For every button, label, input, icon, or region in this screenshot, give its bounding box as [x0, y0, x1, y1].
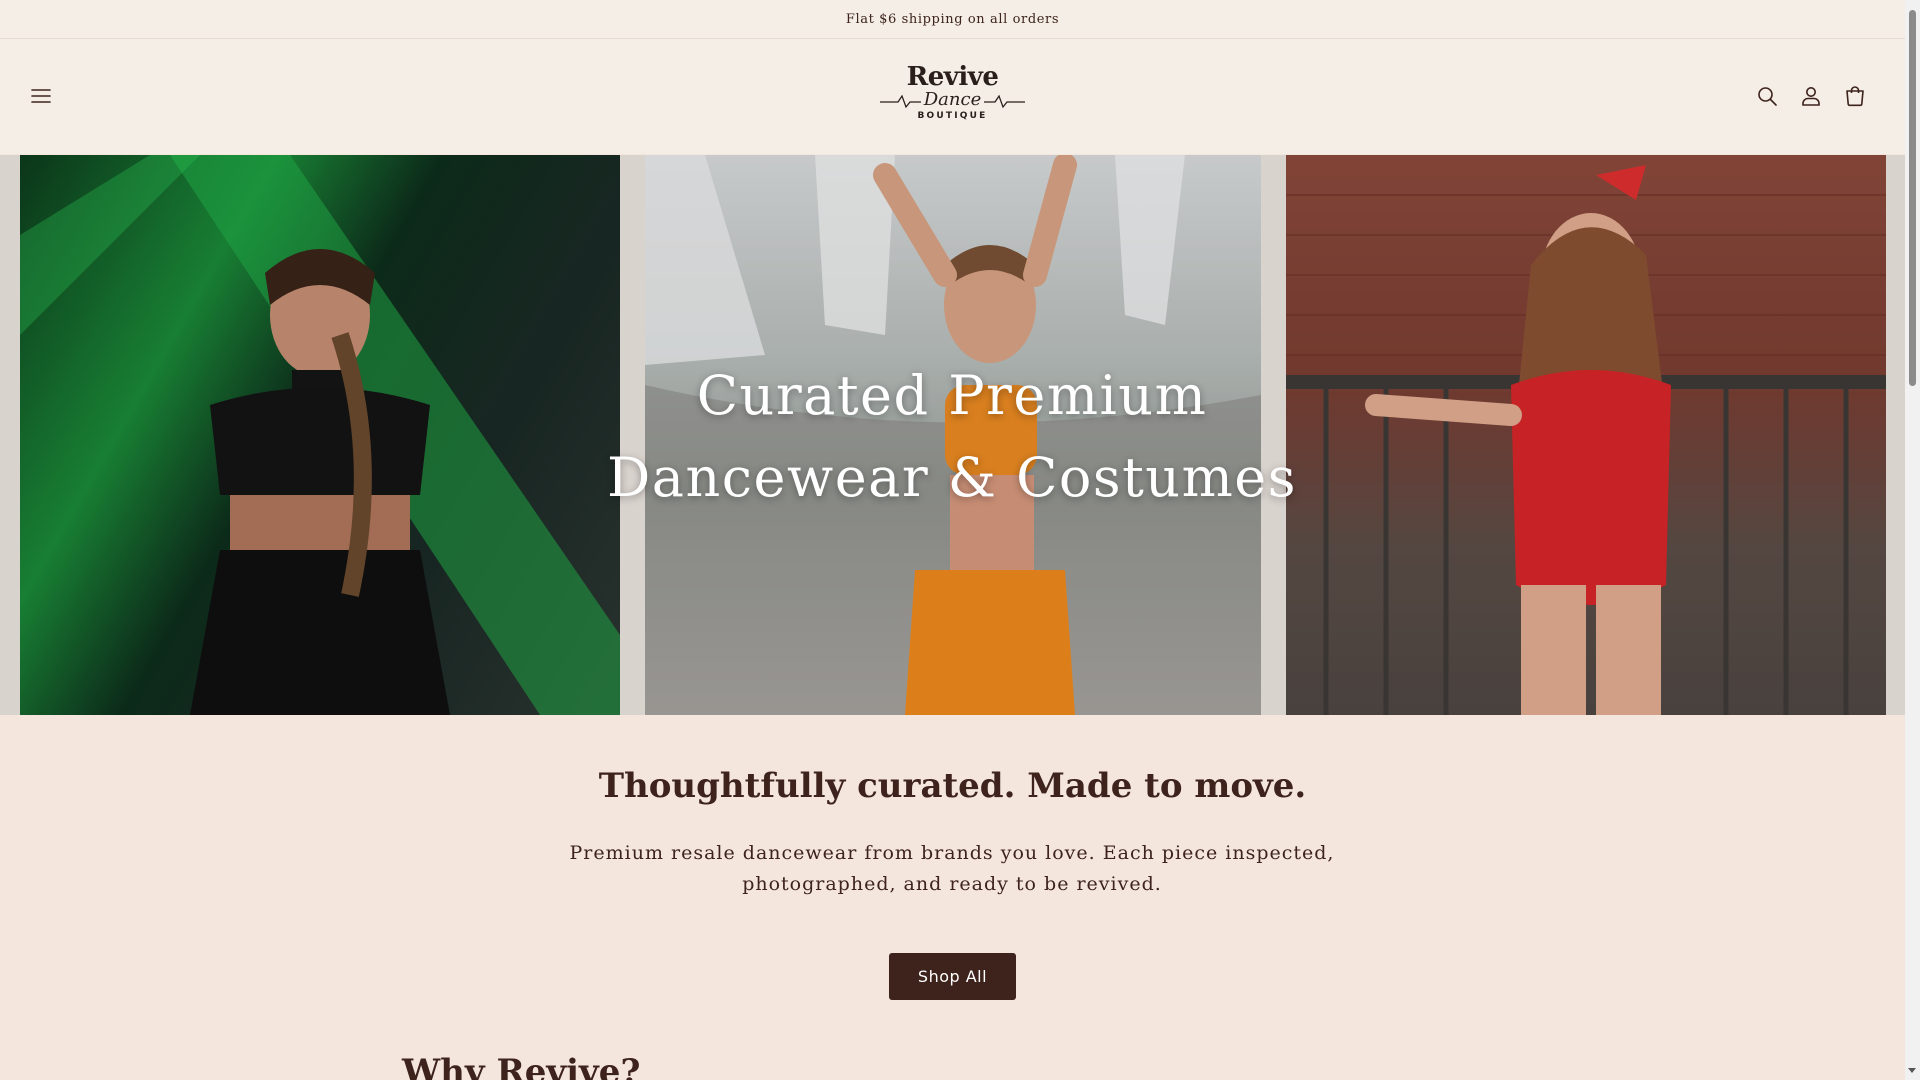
site-logo[interactable]: Revive Dance BOUTIQUE [880, 64, 1025, 129]
account-button[interactable] [1791, 76, 1831, 116]
hero-banner: Curated Premium Dancewear & Costumes [0, 155, 1905, 715]
hero-overlay [1286, 155, 1886, 715]
search-button[interactable] [1747, 76, 1787, 116]
hero-title: Curated Premium Dancewear & Costumes [552, 355, 1352, 519]
why-revive-heading: Why Revive? [402, 1052, 641, 1080]
announcement-bar: Flat $6 shipping on all orders [0, 0, 1905, 39]
cart-button[interactable] [1835, 76, 1875, 116]
logo-dance: Dance [920, 89, 985, 110]
search-icon [1758, 87, 1777, 106]
hero-image-left [20, 155, 620, 715]
hero-image-right [1286, 155, 1886, 715]
site-header: Revive Dance BOUTIQUE [0, 39, 1905, 154]
logo-revive: Revive [906, 62, 999, 92]
shop-all-button[interactable]: Shop All [889, 953, 1016, 1000]
hero-title-line-2: Dancewear & Costumes [607, 446, 1297, 509]
intro-heading: Thoughtfully curated. Made to move. [598, 766, 1307, 806]
announcement-text: Flat $6 shipping on all orders [845, 11, 1060, 27]
hero-title-line-1: Curated Premium [696, 364, 1208, 427]
menu-icon [31, 89, 51, 103]
intro-text: Premium resale dancewear from brands you… [569, 842, 1335, 895]
cart-icon [1846, 86, 1864, 107]
scroll-down-arrow-icon[interactable] [1908, 1068, 1916, 1073]
logo-dance-row: Dance [880, 89, 1025, 110]
hero-overlay [20, 155, 620, 715]
scrollbar-thumb[interactable] [1909, 10, 1916, 386]
menu-button[interactable] [21, 76, 61, 116]
logo-boutique: BOUTIQUE [917, 111, 988, 121]
page: Flat $6 shipping on all orders Revive Da… [0, 0, 1905, 1080]
page-scrollbar[interactable] [1905, 0, 1920, 1080]
account-icon [1802, 87, 1820, 106]
